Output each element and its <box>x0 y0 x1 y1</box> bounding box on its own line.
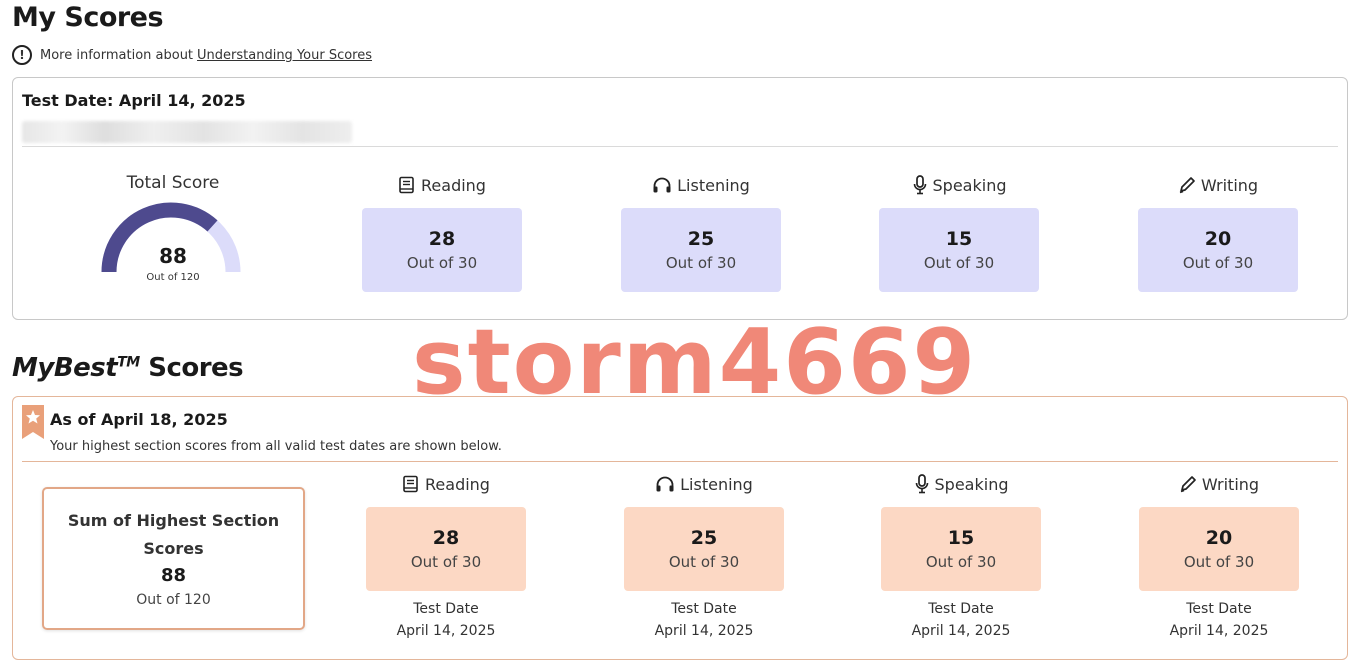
book-icon <box>399 176 414 194</box>
score-value: 15 <box>945 227 973 250</box>
score-out-of: Out of 30 <box>923 254 995 273</box>
score-value: 28 <box>432 526 460 549</box>
best-listening-section: Listening 25 Out of 30 Test Date April 1… <box>619 473 789 639</box>
star-ribbon-icon <box>22 405 44 439</box>
test-date-value: April 14, 2025 <box>654 623 754 639</box>
speaking-score-box: 15 Out of 30 <box>879 208 1039 292</box>
score-value: 15 <box>947 526 975 549</box>
understanding-scores-link[interactable]: Understanding Your Scores <box>197 48 372 63</box>
trademark-mark: TM <box>117 354 140 371</box>
score-value: 25 <box>690 526 718 549</box>
mybest-title: MyBestTM Scores <box>12 353 244 383</box>
divider <box>22 146 1338 147</box>
sum-highest-box: Sum of Highest Section Scores 88 Out of … <box>42 487 305 630</box>
total-score-out-of: Out of 120 <box>146 272 200 283</box>
speaking-section: Speaking 15 Out of 30 <box>874 174 1044 292</box>
current-test-card: Test Date: April 14, 2025 Total Score 88… <box>12 77 1348 320</box>
score-out-of: Out of 30 <box>410 553 482 572</box>
reading-score-box: 28 Out of 30 <box>362 208 522 292</box>
score-value: 20 <box>1205 526 1233 549</box>
best-speaking-section: Speaking 15 Out of 30 Test Date April 14… <box>876 473 1046 639</box>
test-date-label: Test Date <box>413 601 479 617</box>
pencil-icon <box>1179 177 1195 194</box>
score-out-of: Out of 30 <box>668 553 740 572</box>
test-date-label: Test Date <box>671 601 737 617</box>
listening-section: Listening 25 Out of 30 <box>616 174 786 292</box>
best-writing-score-box: 20 Out of 30 <box>1139 507 1299 591</box>
best-listening-score-box: 25 Out of 30 <box>624 507 784 591</box>
section-label: Speaking <box>934 474 1009 494</box>
section-label: Reading <box>425 474 490 494</box>
mybest-description: Your highest section scores from all val… <box>50 439 502 454</box>
mybest-card: As of April 18, 2025 Your highest sectio… <box>12 396 1348 660</box>
sum-highest-title: Sum of Highest Section Scores <box>67 511 280 558</box>
test-date-value: April 14, 2025 <box>1169 623 1269 639</box>
book-icon <box>403 475 418 493</box>
microphone-icon <box>915 474 928 494</box>
section-label: Writing <box>1200 175 1259 195</box>
page-title: My Scores <box>12 2 164 33</box>
total-score-gauge <box>101 202 241 273</box>
total-score-label: Total Score <box>126 173 220 193</box>
score-out-of: Out of 30 <box>665 254 737 273</box>
sum-highest-value: 88 <box>160 565 187 586</box>
info-row: ! More information about Understanding Y… <box>12 45 372 65</box>
test-date-label: Test Date <box>1186 601 1252 617</box>
test-date-value: April 14, 2025 <box>911 623 1011 639</box>
writing-section: Writing 20 Out of 30 <box>1133 174 1303 292</box>
info-text: More information about <box>40 47 194 63</box>
as-of-date: As of April 18, 2025 <box>50 410 228 429</box>
section-label: Listening <box>680 474 753 494</box>
section-label: Listening <box>677 175 750 195</box>
test-date-value: April 14, 2025 <box>396 623 496 639</box>
section-label: Reading <box>421 175 486 195</box>
mybest-title-italic: MyBest <box>12 353 118 383</box>
mybest-title-rest: Scores <box>139 353 244 383</box>
watermark-text: storm4669 <box>412 310 978 415</box>
redacted-info <box>22 121 352 143</box>
reading-section: Reading 28 Out of 30 <box>357 174 527 292</box>
section-label: Speaking <box>932 175 1007 195</box>
score-out-of: Out of 30 <box>1183 553 1255 572</box>
section-label: Writing <box>1201 474 1260 494</box>
writing-score-box: 20 Out of 30 <box>1138 208 1298 292</box>
headphones-icon <box>653 177 671 193</box>
exclamation-circle-icon: ! <box>12 45 32 65</box>
divider <box>22 461 1338 462</box>
score-out-of: Out of 30 <box>1182 254 1254 273</box>
sum-highest-out-of: Out of 120 <box>136 592 211 608</box>
best-reading-section: Reading 28 Out of 30 Test Date April 14,… <box>361 473 531 639</box>
test-date-heading: Test Date: April 14, 2025 <box>22 91 246 110</box>
listening-score-box: 25 Out of 30 <box>621 208 781 292</box>
best-reading-score-box: 28 Out of 30 <box>366 507 526 591</box>
best-speaking-score-box: 15 Out of 30 <box>881 507 1041 591</box>
best-writing-section: Writing 20 Out of 30 Test Date April 14,… <box>1134 473 1304 639</box>
headphones-icon <box>656 476 674 492</box>
score-out-of: Out of 30 <box>925 553 997 572</box>
total-score-value: 88 <box>159 244 187 268</box>
score-value: 28 <box>428 227 456 250</box>
test-date-label: Test Date <box>928 601 994 617</box>
score-value: 25 <box>687 227 715 250</box>
pencil-icon <box>1180 476 1196 493</box>
score-out-of: Out of 30 <box>406 254 478 273</box>
score-value: 20 <box>1204 227 1232 250</box>
microphone-icon <box>913 175 926 195</box>
